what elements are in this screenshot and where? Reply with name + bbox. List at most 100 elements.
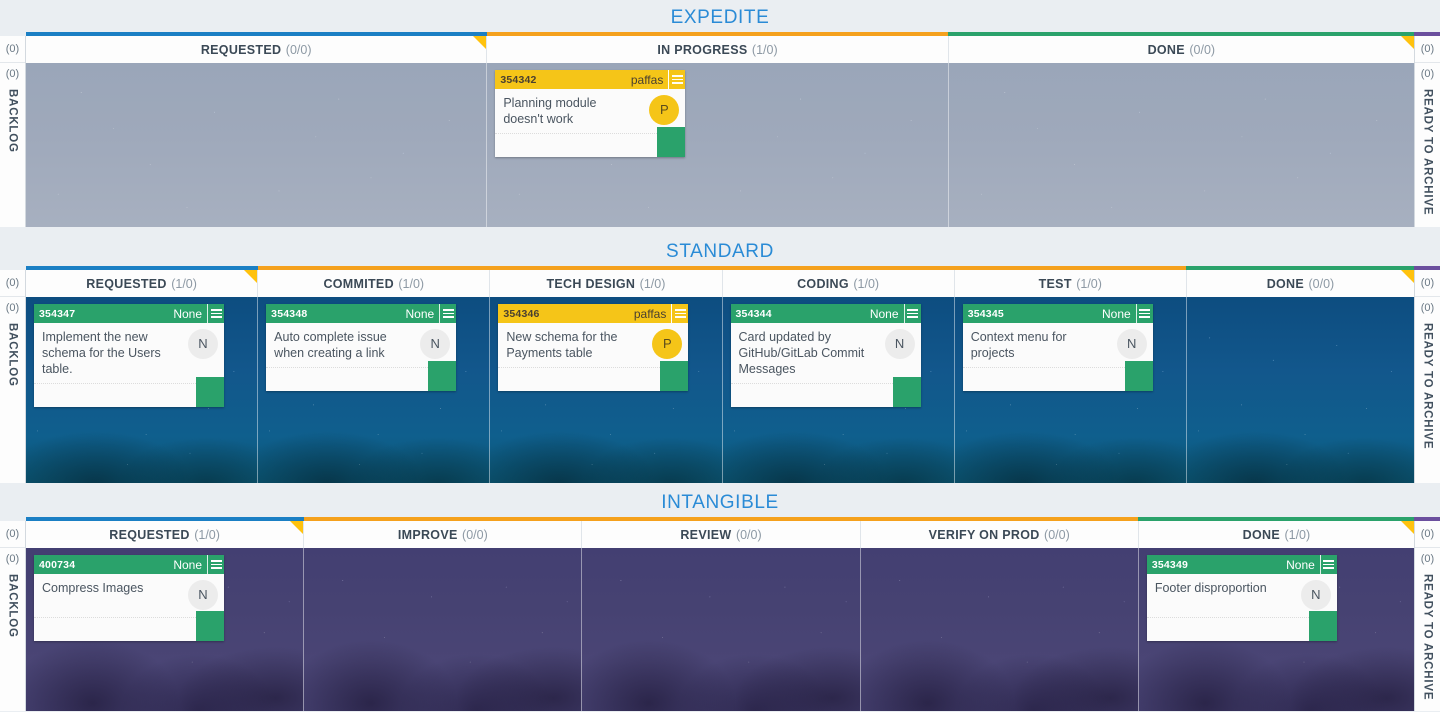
column-header-test[interactable]: TEST (1/0) [954,270,1187,297]
column-cell-requested[interactable]: 400734 None Compress Images N [26,548,305,711]
rail-label[interactable]: BACKLOG [0,570,25,711]
avatar[interactable]: N [1300,580,1331,610]
column-cell-done[interactable] [1186,297,1415,483]
column-flag-icon [1401,270,1415,283]
column-cell-coding[interactable]: 354344 None Card updated by GitHub/GitLab … [722,297,955,483]
column-content-row: 354342 paffas Planning module doesn't work… [26,63,1414,227]
column-header-row: REQUESTED (1/0) COMMITED (1/0) TECH DESIGN… [26,270,1415,297]
hamburger-menu-icon[interactable] [903,304,921,323]
swimlane-title: INTANGIBLE [0,485,1440,521]
column-header-review[interactable]: REVIEW (0/0) [582,521,861,548]
column-cell-review[interactable] [582,548,861,711]
column-cell-done[interactable] [948,63,1414,227]
column-header-in-progress[interactable]: IN PROGRESS (1/0) [487,36,949,63]
swimlane-body: REQUESTED (0/0) IN PROGRESS (1/0) DONE (0/… [0,32,1440,227]
avatar[interactable]: N [420,329,451,359]
card-title: Context menu for projects [970,330,1067,360]
column-bar-in-progress [487,32,948,36]
column-bar-verify-on-prod [860,517,1138,521]
card[interactable]: 354348 None Auto complete issue when creat… [266,304,457,391]
rail-label[interactable]: BACKLOG [0,85,25,227]
column-header-row: REQUESTED (0/0) IN PROGRESS (1/0) DONE (0/… [26,36,1414,63]
column-header-requested[interactable]: REQUESTED (1/0) [26,521,305,548]
column-header-commited[interactable]: COMMITED (1/0) [258,270,491,297]
card[interactable]: 354344 None Card updated by GitHub/GitLab … [730,304,921,407]
card-header[interactable]: 354347 None [34,304,224,323]
column-cell-commited[interactable]: 354348 None Auto complete issue when creat… [258,297,491,483]
column-cell-improve[interactable] [304,548,583,711]
rail-body-count: (0) [1415,63,1440,85]
rail-label[interactable]: READY TO ARCHIVE [1415,570,1440,711]
column-cell-tech-design[interactable]: 354346 paffas New schema for the Payments … [490,297,723,483]
card-title: Planning module doesn't work [503,96,597,126]
column-header-verify-on-prod[interactable]: VERIFY ON PROD (0/0) [860,521,1139,548]
column-bar-review [582,517,860,521]
card-header[interactable]: 354346 paffas [498,304,689,323]
column-title: TEST [1038,277,1072,291]
column-count: (1/0) [751,43,778,57]
avatar[interactable]: N [1116,329,1147,359]
card[interactable]: 354349 None Footer disproportion N [1146,555,1337,641]
card-header[interactable]: 354342 paffas [495,70,686,89]
column-cell-done[interactable]: 354349 None Footer disproportion N [1138,548,1415,711]
column-header-requested[interactable]: REQUESTED (1/0) [26,270,259,297]
swimlane-expedite: EXPEDITE REQUESTED (0/0) IN PROGRESS (1/0)… [0,0,1440,227]
rail-left: (0) (0) BACKLOG [0,270,26,483]
column-bar-requested [26,266,258,270]
rail-label[interactable]: READY TO ARCHIVE [1415,85,1440,227]
rail-label[interactable]: READY TO ARCHIVE [1415,319,1440,483]
hamburger-menu-icon[interactable] [671,304,688,323]
column-count: (0/0) [1044,528,1070,542]
hamburger-menu-icon[interactable] [207,555,224,574]
card[interactable]: 354346 paffas New schema for the Payments … [498,304,689,391]
column-flag-icon [244,270,258,283]
column-header-done[interactable]: DONE (0/0) [948,36,1414,63]
column-count: (0/0) [1189,43,1216,57]
hamburger-menu-icon[interactable] [668,70,685,89]
column-bar-test [954,266,1186,270]
avatar[interactable]: N [884,329,915,359]
rail-body-count: (0) [1415,548,1440,570]
card-id: 400734 [39,558,76,571]
card-header[interactable]: 400734 None [34,555,224,574]
avatar[interactable]: P [649,95,680,125]
column-cell-requested[interactable]: 354347 None Implement the new schema for t… [26,297,259,483]
card-footer [962,361,1153,391]
column-count: (1/0) [194,528,220,542]
column-header-improve[interactable]: IMPROVE (0/0) [304,521,583,548]
column-header-tech-design[interactable]: TECH DESIGN (1/0) [490,270,723,297]
rail-right: (0) (0) READY TO ARCHIVE [1414,270,1440,483]
column-cell-requested[interactable] [26,63,488,227]
column-header-coding[interactable]: CODING (1/0) [722,270,955,297]
column-cell-in-progress[interactable]: 354342 paffas Planning module doesn't work… [487,63,949,227]
avatar[interactable]: P [652,329,683,359]
card-header[interactable]: 354348 None [266,304,457,323]
card-id: 354348 [271,307,308,320]
card[interactable]: 354342 paffas Planning module doesn't work… [495,70,686,157]
hamburger-menu-icon[interactable] [1319,555,1337,574]
card-header[interactable]: 354344 None [730,304,921,323]
hamburger-menu-icon[interactable] [207,304,224,323]
column-title: TECH DESIGN [546,277,636,291]
column-header-done[interactable]: DONE (0/0) [1186,270,1415,297]
rail-label-text: BACKLOG [6,574,19,638]
column-header-requested[interactable]: REQUESTED (0/0) [26,36,488,63]
card[interactable]: 354347 None Implement the new schema for t… [34,304,224,407]
rail-label[interactable]: BACKLOG [0,319,25,483]
column-cell-verify-on-prod[interactable] [860,548,1139,711]
card[interactable]: 400734 None Compress Images N [34,555,224,641]
column-cell-test[interactable]: 354345 None Context menu for projects N [954,297,1187,483]
avatar[interactable]: N [188,580,218,610]
card[interactable]: 354345 None Context menu for projects N [962,304,1153,391]
hamburger-menu-icon[interactable] [439,304,456,323]
card-header[interactable]: 354345 None [962,304,1153,323]
card-header[interactable]: 354349 None [1146,555,1337,574]
rail-label-text: READY TO ARCHIVE [1421,89,1434,216]
column-title: REVIEW [680,528,732,542]
avatar[interactable]: N [188,329,218,359]
hamburger-menu-icon[interactable] [1135,304,1153,323]
rail-header-count: (0) [0,36,25,63]
column-title: IN PROGRESS [657,43,748,57]
column-count: (0/0) [462,528,488,542]
column-header-done[interactable]: DONE (1/0) [1138,521,1415,548]
